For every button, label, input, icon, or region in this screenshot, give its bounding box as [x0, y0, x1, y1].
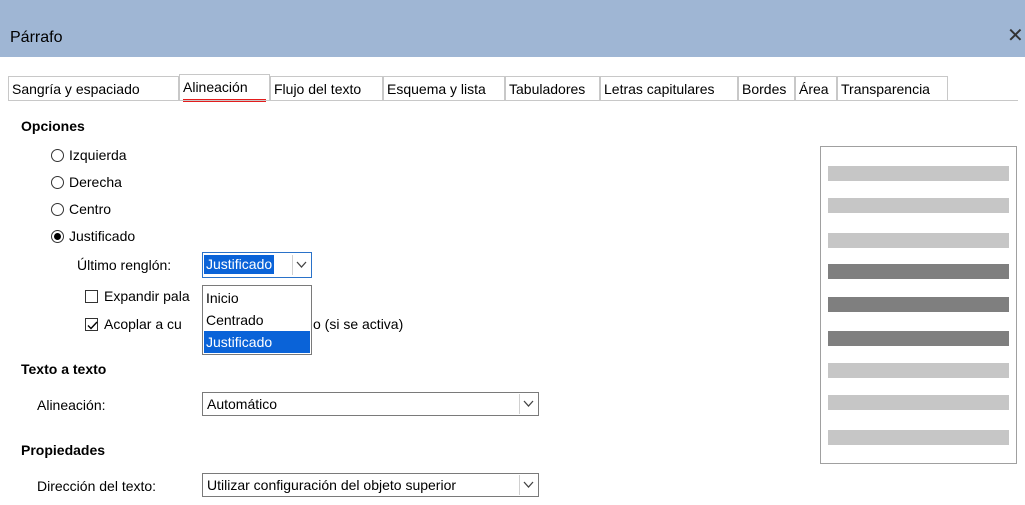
- options-heading: Opciones: [21, 118, 85, 134]
- radio-selected-dot: [54, 233, 61, 240]
- radio-izquierda[interactable]: [51, 149, 64, 162]
- alignment-value: Automático: [207, 396, 278, 412]
- radio-derecha-label: Derecha: [69, 174, 122, 190]
- tab-divider: [8, 100, 1018, 101]
- tab-area[interactable]: Área: [795, 76, 837, 100]
- properties-heading: Propiedades: [21, 442, 106, 458]
- last-line-select[interactable]: Justificado: [202, 252, 312, 278]
- dropdown-option-centrado[interactable]: Centrado: [204, 309, 310, 331]
- radio-izquierda-label: Izquierda: [69, 147, 127, 163]
- expand-checkbox[interactable]: [85, 290, 98, 303]
- radio-centro[interactable]: [51, 203, 64, 216]
- snap-label-left: Acoplar a cu: [104, 316, 182, 332]
- dropdown-option-justificado[interactable]: Justificado: [204, 331, 310, 353]
- preview-line-active: [828, 331, 1009, 346]
- snap-label-right: o (si se activa): [313, 316, 404, 332]
- tab-sangria-espaciado[interactable]: Sangría y espaciado: [8, 76, 179, 100]
- tab-alineacion[interactable]: Alineación: [179, 74, 270, 102]
- text-direction-value: Utilizar configuración del objeto superi…: [207, 477, 457, 493]
- tab-bordes[interactable]: Bordes: [738, 76, 795, 100]
- close-icon[interactable]: ✕: [1007, 26, 1024, 46]
- radio-centro-label: Centro: [69, 201, 112, 217]
- chevron-down-icon[interactable]: [519, 394, 537, 414]
- preview-line: [828, 233, 1009, 248]
- window-title: Párrafo: [10, 29, 63, 46]
- chevron-down-icon[interactable]: [292, 255, 310, 275]
- checkmark-icon: [87, 321, 98, 330]
- preview-line: [828, 395, 1009, 410]
- tab-flujo-texto[interactable]: Flujo del texto: [270, 76, 383, 100]
- tab-letras-capitulares[interactable]: Letras capitulares: [600, 76, 738, 100]
- dropdown-option-inicio[interactable]: Inicio: [204, 287, 310, 309]
- tab-esquema-lista[interactable]: Esquema y lista: [383, 76, 505, 100]
- text-direction-select[interactable]: Utilizar configuración del objeto superi…: [202, 473, 539, 497]
- radio-derecha[interactable]: [51, 176, 64, 189]
- text-to-text-heading: Texto a texto: [21, 361, 107, 377]
- last-line-dropdown-list: Inicio Centrado Justificado: [202, 285, 312, 355]
- radio-justificado-label: Justificado: [69, 228, 136, 244]
- title-bar: Párrafo ✕: [0, 0, 1025, 57]
- snap-checkbox[interactable]: [85, 318, 98, 331]
- expand-label: Expandir pala: [104, 288, 190, 304]
- preview-line-active: [828, 297, 1009, 312]
- last-line-label: Último renglón:: [77, 257, 172, 273]
- preview-line: [828, 363, 1009, 378]
- alignment-preview: [820, 146, 1017, 464]
- preview-line-active: [828, 264, 1009, 279]
- tab-tabuladores[interactable]: Tabuladores: [505, 76, 600, 100]
- radio-justificado[interactable]: [51, 230, 64, 243]
- alignment-label: Alineación:: [37, 397, 106, 413]
- chevron-down-icon[interactable]: [519, 475, 537, 495]
- text-direction-label: Dirección del texto:: [37, 478, 157, 494]
- tab-transparencia[interactable]: Transparencia: [837, 76, 948, 100]
- preview-line: [828, 430, 1009, 445]
- alignment-select[interactable]: Automático: [202, 392, 539, 416]
- preview-line: [828, 166, 1009, 181]
- preview-line: [828, 198, 1009, 213]
- last-line-value: Justificado: [204, 255, 275, 274]
